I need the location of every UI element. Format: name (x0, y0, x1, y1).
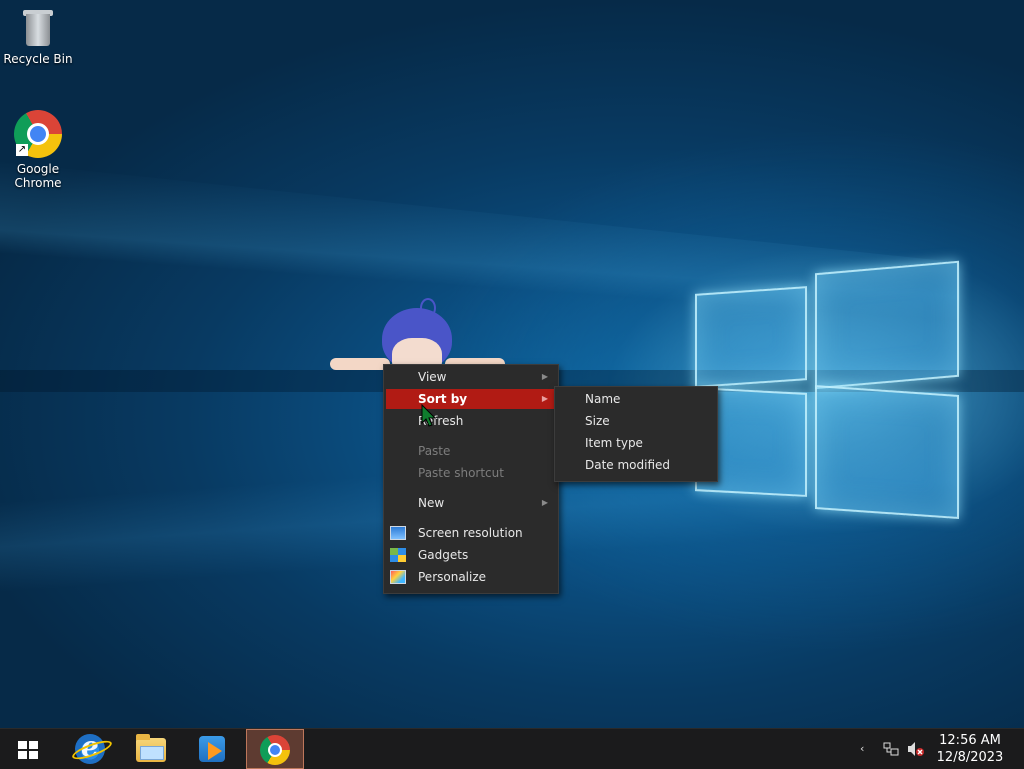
submenu-arrow-icon: ▶ (541, 394, 548, 403)
mouse-cursor-icon (421, 403, 437, 431)
desktop-icon-recycle-bin[interactable]: Recycle Bin (0, 8, 76, 66)
desktop-icon-label: Google Chrome (14, 162, 62, 190)
submenu-item-date-modified[interactable]: Date modified (557, 455, 715, 475)
menu-item-personalize[interactable]: Personalize (386, 567, 556, 587)
gadgets-icon (390, 548, 406, 562)
desktop-icon-google-chrome[interactable]: ↗ Google Chrome (0, 110, 76, 190)
menu-item-new[interactable]: New ▶ (386, 493, 556, 513)
submenu-item-item-type[interactable]: Item type (557, 433, 715, 453)
clock-time: 12:56 AM (939, 733, 1001, 748)
personalize-icon (390, 570, 406, 584)
menu-item-gadgets[interactable]: Gadgets (386, 545, 556, 565)
sort-by-submenu: Name Size Item type Date modified (554, 386, 718, 482)
recycle-bin-icon (20, 8, 56, 48)
menu-item-paste-shortcut: Paste shortcut (418, 466, 504, 480)
taskbar-internet-explorer[interactable] (62, 729, 118, 769)
volume-muted-icon[interactable] (907, 741, 925, 757)
menu-item-screen-resolution[interactable]: Screen resolution (386, 523, 556, 543)
desktop-icon-label: Recycle Bin (3, 52, 73, 66)
clock-date: 12/8/2023 (936, 750, 1004, 765)
submenu-arrow-icon: ▶ (541, 498, 548, 507)
media-player-icon (199, 736, 225, 762)
start-button[interactable] (0, 729, 56, 769)
taskbar-clock[interactable]: 12:56 AM 12/8/2023 (930, 732, 1010, 766)
network-icon[interactable] (883, 741, 899, 757)
file-explorer-icon (136, 734, 166, 762)
internet-explorer-icon (75, 730, 105, 764)
shortcut-arrow-icon: ↗ (16, 144, 28, 156)
windows-logo-icon (18, 741, 38, 759)
submenu-item-size[interactable]: Size (557, 411, 715, 431)
desktop-context-menu: View ▶ Sort by ▶ Refresh Paste Paste short… (383, 364, 559, 594)
menu-item-refresh[interactable]: Refresh (386, 411, 556, 431)
chrome-icon: ↗ (14, 110, 62, 158)
taskbar-google-chrome[interactable] (246, 729, 304, 769)
wallpaper-windows-logo (695, 255, 960, 520)
submenu-item-name[interactable]: Name (557, 389, 715, 409)
screen-resolution-icon (390, 526, 406, 540)
taskbar-media-player[interactable] (184, 729, 240, 769)
taskbar-file-explorer[interactable] (123, 729, 179, 769)
menu-item-sort-by[interactable]: Sort by ▶ (386, 389, 556, 409)
show-hidden-icons-button[interactable]: ‹ (860, 729, 872, 769)
taskbar: ‹ 12:56 AM 12/8/2023 (0, 728, 1024, 769)
chrome-icon (260, 735, 290, 765)
submenu-arrow-icon: ▶ (541, 372, 548, 381)
menu-item-paste: Paste (418, 444, 451, 458)
menu-item-view[interactable]: View ▶ (386, 367, 556, 387)
